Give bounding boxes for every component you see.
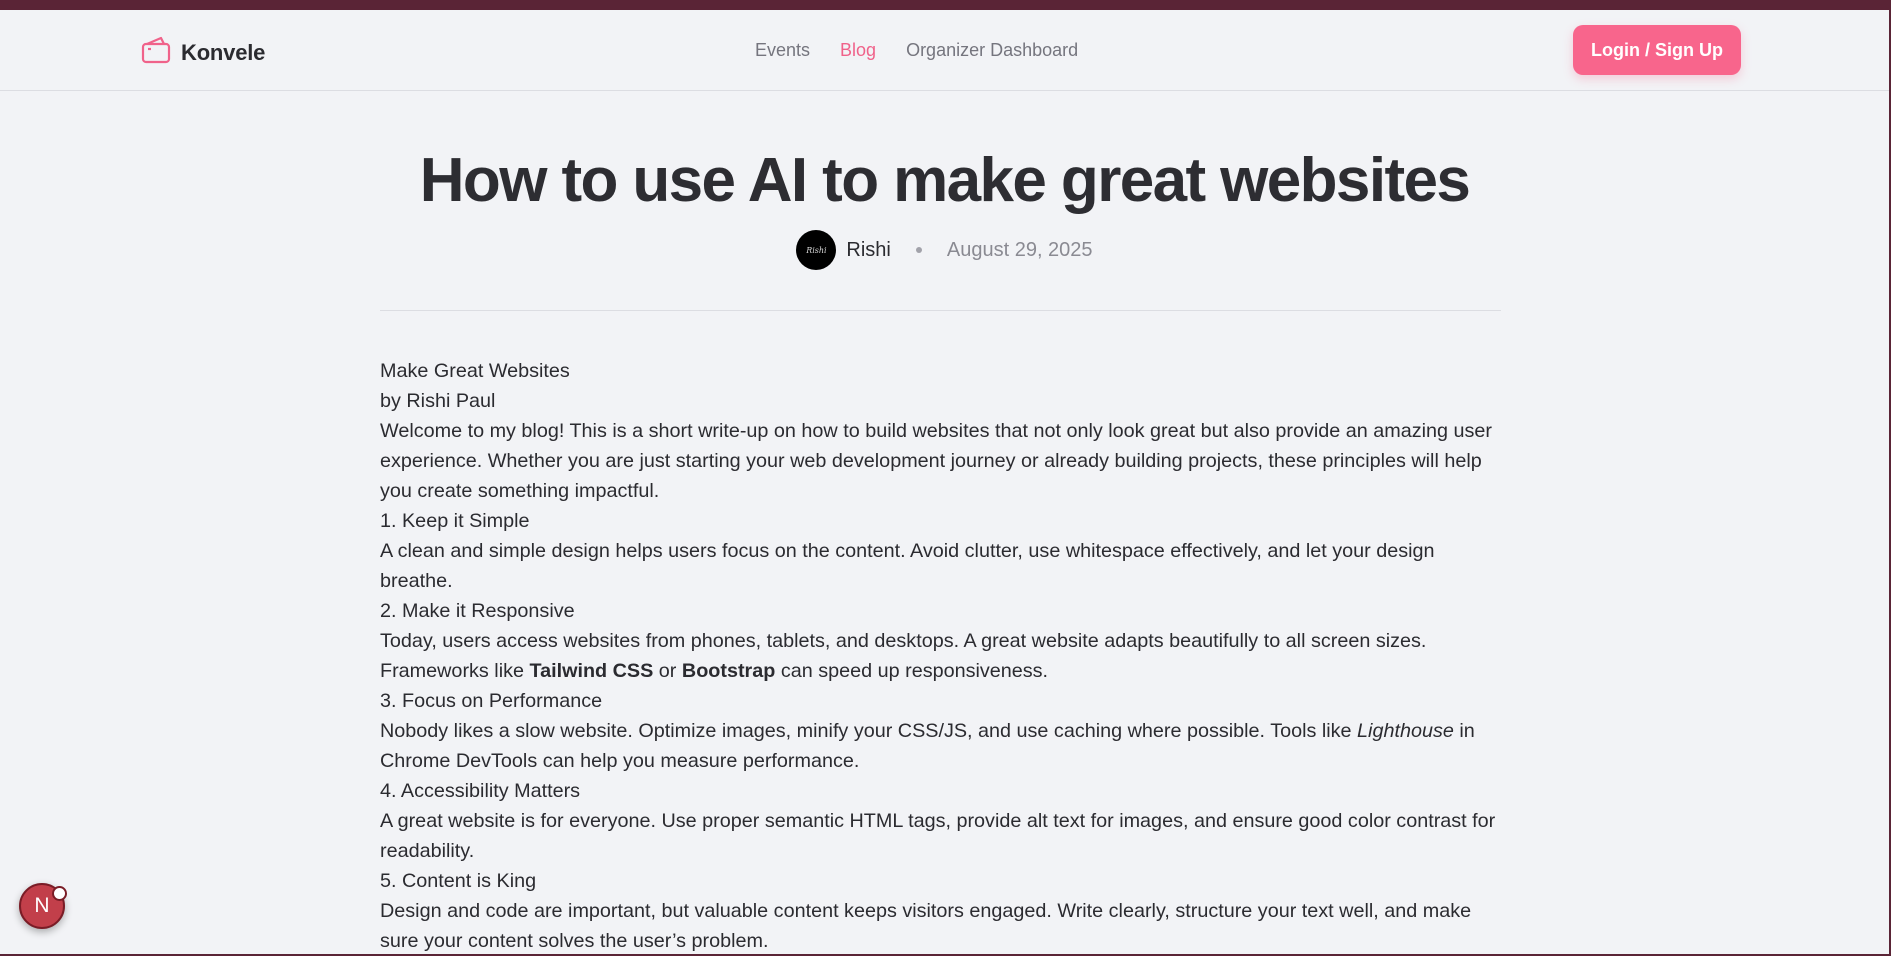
section-2-text-c: can speed up responsiveness. [775, 660, 1049, 682]
section-body-1: A clean and simple design helps users fo… [380, 540, 1435, 592]
bootstrap-bold: Bootstrap [681, 660, 776, 682]
post-heading: Make Great Websites [380, 360, 570, 382]
post-meta: Rishi Rishi August 29, 2025 [0, 230, 1889, 270]
section-title-2: 2. Make it Responsive [380, 600, 575, 622]
post-body: Make Great Websites by Rishi Paul Welcom… [380, 356, 1505, 954]
brand-name: Konvele [181, 39, 266, 65]
meta-separator [915, 247, 922, 253]
brand-logo[interactable]: Konvele [141, 36, 265, 69]
tailwind-css-bold: Tailwind CSS [529, 660, 654, 682]
title-divider [380, 310, 1501, 311]
nav-link-blog[interactable]: Blog [840, 40, 876, 61]
badge-notification-dot [52, 886, 67, 901]
nav-link-events[interactable]: Events [755, 40, 810, 61]
main-nav: Events Blog Organizer Dashboard [755, 40, 1078, 61]
section-body-4: A great website is for everyone. Use pro… [380, 810, 1496, 862]
avatar-signature: Rishi [806, 245, 827, 255]
author-avatar: Rishi [796, 230, 837, 270]
post-intro: Welcome to my blog! This is a short writ… [380, 420, 1492, 502]
login-signup-button[interactable]: Login / Sign Up [1573, 25, 1741, 75]
section-body-2: Today, users access websites from phones… [380, 626, 1505, 686]
navbar: Konvele Events Blog Organizer Dashboard … [0, 10, 1889, 91]
section-2-text-b: or [653, 660, 682, 682]
badge-letter: N [34, 894, 50, 917]
post-date: August 29, 2025 [946, 238, 1093, 261]
post-title: How to use AI to make great websites [419, 146, 1471, 215]
nav-link-organizer-dashboard[interactable]: Organizer Dashboard [906, 40, 1078, 61]
section-body-3: Nobody likes a slow website. Optimize im… [380, 716, 1505, 776]
section-body-5: Design and code are important, but valua… [380, 900, 1472, 952]
post-byline: by Rishi Paul [380, 390, 496, 412]
section-title-1: 1. Keep it Simple [380, 510, 530, 532]
section-title-5: 5. Content is King [380, 870, 537, 892]
author-name: Rishi [846, 238, 891, 261]
ticket-icon [141, 36, 171, 69]
section-3-text-a: Nobody likes a slow website. Optimize im… [380, 720, 1358, 742]
lighthouse-italic: Lighthouse [1357, 720, 1454, 742]
page-viewport: Konvele Events Blog Organizer Dashboard … [0, 10, 1889, 954]
section-title-3: 3. Focus on Performance [380, 690, 603, 712]
section-title-4: 4. Accessibility Matters [380, 780, 581, 802]
